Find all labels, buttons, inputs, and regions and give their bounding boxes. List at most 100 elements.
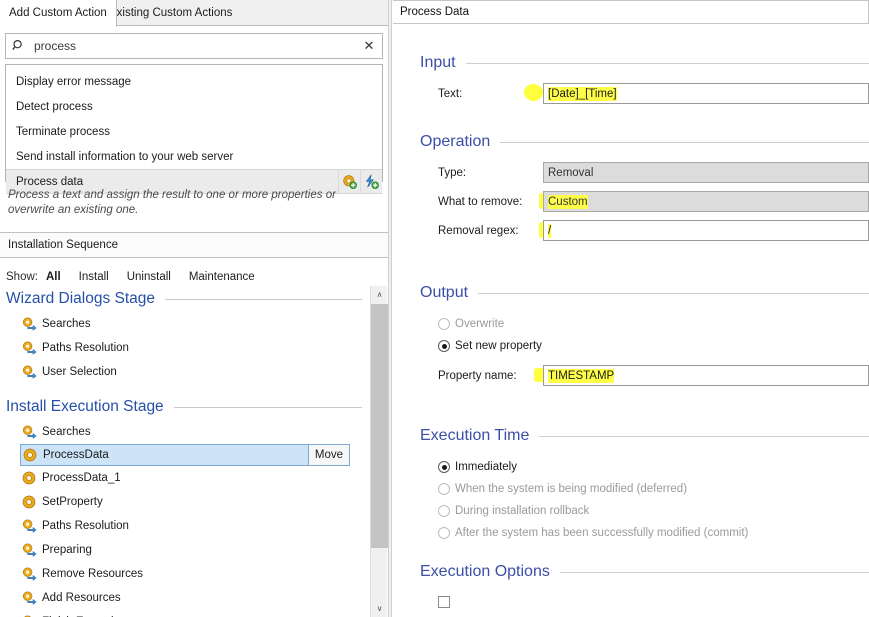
section-label: Execution Time xyxy=(420,427,530,444)
section-header-output: Output xyxy=(393,281,869,305)
tree-item-paths-resolution[interactable]: Paths Resolution xyxy=(0,336,370,360)
search-icon xyxy=(6,39,32,53)
gear-arrow-icon xyxy=(22,425,42,439)
type-dropdown[interactable]: Removal xyxy=(543,162,869,183)
what-to-remove-dropdown[interactable]: Custom xyxy=(543,191,869,212)
installation-sequence-tree[interactable]: Wizard Dialogs Stage Searches Paths Reso… xyxy=(0,286,370,617)
list-item[interactable]: Display error message xyxy=(6,69,382,94)
radio-button-icon xyxy=(438,483,450,495)
list-item-label: Terminate process xyxy=(16,125,110,138)
filter-option-install[interactable]: Install xyxy=(79,271,109,283)
filter-option-maintenance[interactable]: Maintenance xyxy=(189,271,255,283)
tree-item-label: Preparing xyxy=(42,544,92,556)
list-item[interactable]: Terminate process xyxy=(6,119,382,144)
text-input-value: [Date]_[Time] xyxy=(548,86,617,101)
list-item-label: Send install information to your web ser… xyxy=(16,150,234,163)
tree-item-user-selection[interactable]: User Selection xyxy=(0,360,370,384)
gear-arrow-icon xyxy=(22,519,42,533)
installation-sequence-header: Installation Sequence xyxy=(0,232,388,258)
tree-item-label: User Selection xyxy=(42,366,117,378)
tree-item-add-resources[interactable]: Add Resources xyxy=(0,586,370,610)
section-label: Operation xyxy=(420,133,491,150)
section-label: Execution Options xyxy=(420,563,550,580)
radio-set-new-property[interactable]: Set new property xyxy=(438,335,869,357)
what-to-remove-field-label: What to remove: xyxy=(438,195,523,208)
panel-splitter[interactable] xyxy=(388,0,392,617)
radio-label: After the system has been successfully m… xyxy=(455,527,749,539)
tree-item-remove-resources[interactable]: Remove Resources xyxy=(0,562,370,586)
radio-overwrite[interactable]: Overwrite xyxy=(438,313,869,335)
section-header-execution-time: Execution Time xyxy=(393,424,869,448)
tree-item-setproperty[interactable]: SetProperty xyxy=(0,490,370,514)
page-title-label: Process Data xyxy=(400,6,470,18)
field-row-text: Text: [Date]_[Time] xyxy=(438,83,869,104)
gear-icon xyxy=(22,495,42,509)
removal-regex-input[interactable]: / xyxy=(543,220,869,241)
field-row-removal-regex: Removal regex: / xyxy=(438,220,869,241)
tree-item-label: Add Resources xyxy=(42,592,121,604)
tree-item-paths-resolution-2[interactable]: Paths Resolution xyxy=(0,514,370,538)
list-item[interactable]: Send install information to your web ser… xyxy=(6,144,382,169)
tree-item-label: ProcessData_1 xyxy=(42,472,121,484)
section-header-input: Input xyxy=(393,51,869,75)
stage-label: Wizard Dialogs Stage xyxy=(6,290,156,307)
radio-deferred[interactable]: When the system is being modified (defer… xyxy=(438,478,869,500)
list-item-label: Display error message xyxy=(16,75,132,88)
removal-regex-value: / xyxy=(548,223,552,238)
move-button[interactable]: Move xyxy=(307,445,349,465)
tree-item-label: ProcessData xyxy=(43,449,109,461)
search-input[interactable]: process xyxy=(32,39,356,53)
scroll-down-icon[interactable]: ∨ xyxy=(371,600,388,617)
sequence-scrollbar[interactable]: ∧ ∨ xyxy=(370,286,388,617)
divider xyxy=(559,571,869,573)
page-title: Process Data xyxy=(393,0,869,24)
gear-arrow-icon xyxy=(22,567,42,581)
divider xyxy=(465,62,869,64)
tree-item-searches-2[interactable]: Searches xyxy=(0,420,370,444)
field-row-type: Type: Removal xyxy=(438,162,869,183)
tree-item-processdata-selected[interactable]: ProcessData Move xyxy=(20,444,350,466)
tree-item-preparing[interactable]: Preparing xyxy=(0,538,370,562)
close-icon[interactable]: ✕ xyxy=(356,38,382,54)
tree-item-label: Searches xyxy=(42,318,91,330)
divider xyxy=(500,141,869,143)
type-dropdown-value: Removal xyxy=(548,166,594,179)
show-filter-bar: Show: All Install Uninstall Maintenance xyxy=(0,266,388,288)
field-row-property-name: Property name: TIMESTAMP xyxy=(438,365,869,386)
tab-add-custom-action[interactable]: Add Custom Action xyxy=(0,0,117,27)
what-to-remove-dropdown-value: Custom xyxy=(548,194,588,209)
scroll-up-icon[interactable]: ∧ xyxy=(371,286,388,303)
checkbox-icon xyxy=(438,596,450,608)
section-header-operation: Operation xyxy=(393,130,869,154)
tree-item-label: Paths Resolution xyxy=(42,342,129,354)
radio-label: Immediately xyxy=(455,461,517,473)
divider xyxy=(478,292,869,294)
stage-label: Install Execution Stage xyxy=(6,398,164,415)
filter-option-uninstall[interactable]: Uninstall xyxy=(127,271,171,283)
list-item-label: Detect process xyxy=(16,100,93,113)
checkbox-execution-option[interactable] xyxy=(438,592,869,612)
gear-arrow-icon xyxy=(22,591,42,605)
tab-existing-custom-actions[interactable]: Existing Custom Actions xyxy=(100,0,241,26)
tree-item-searches[interactable]: Searches xyxy=(0,312,370,336)
filter-option-all[interactable]: All xyxy=(46,271,61,283)
tree-item-label: Searches xyxy=(42,426,91,438)
radio-commit[interactable]: After the system has been successfully m… xyxy=(438,522,869,544)
gear-icon xyxy=(23,448,43,462)
tree-item-label: Paths Resolution xyxy=(42,520,129,532)
tree-item-finish-execution[interactable]: Finish Execution xyxy=(0,610,370,617)
radio-button-icon xyxy=(438,340,450,352)
list-item[interactable]: Detect process xyxy=(6,94,382,119)
field-row-what-to-remove: What to remove: Custom xyxy=(438,191,869,212)
property-name-input[interactable]: TIMESTAMP xyxy=(543,365,869,386)
text-input[interactable]: [Date]_[Time] xyxy=(543,83,869,104)
search-box[interactable]: process ✕ xyxy=(5,33,383,59)
radio-rollback[interactable]: During installation rollback xyxy=(438,500,869,522)
radio-label: When the system is being modified (defer… xyxy=(455,483,688,495)
search-results-list: Display error message Detect process Ter… xyxy=(5,64,383,194)
radio-immediately[interactable]: Immediately xyxy=(438,456,869,478)
tree-item-processdata-1[interactable]: ProcessData_1 xyxy=(0,466,370,490)
application-window: Add Custom Action Existing Custom Action… xyxy=(0,0,869,617)
gear-arrow-icon xyxy=(22,317,42,331)
scrollbar-thumb[interactable] xyxy=(371,304,388,548)
